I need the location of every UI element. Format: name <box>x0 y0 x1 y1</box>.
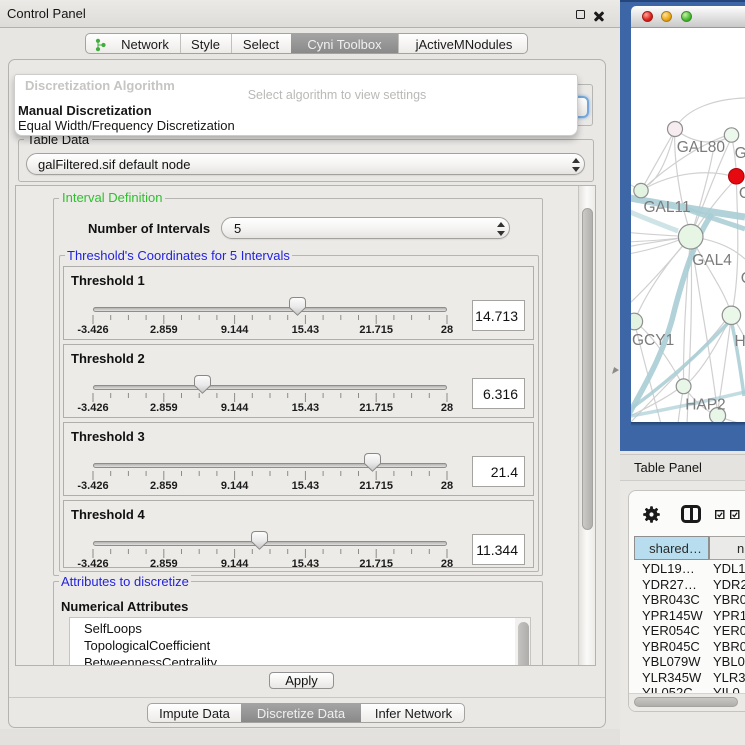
svg-text:GAL80: GAL80 <box>677 139 726 156</box>
svg-text:GA: GA <box>735 145 745 162</box>
svg-text:C: C <box>739 185 745 202</box>
svg-text:GCY1: GCY1 <box>632 332 674 349</box>
svg-text:GAL11: GAL11 <box>644 199 691 216</box>
svg-text:HI: HI <box>735 333 745 350</box>
svg-text:HAP2: HAP2 <box>685 397 726 414</box>
svg-text:C: C <box>741 270 745 287</box>
svg-text:GAL4: GAL4 <box>692 252 732 269</box>
